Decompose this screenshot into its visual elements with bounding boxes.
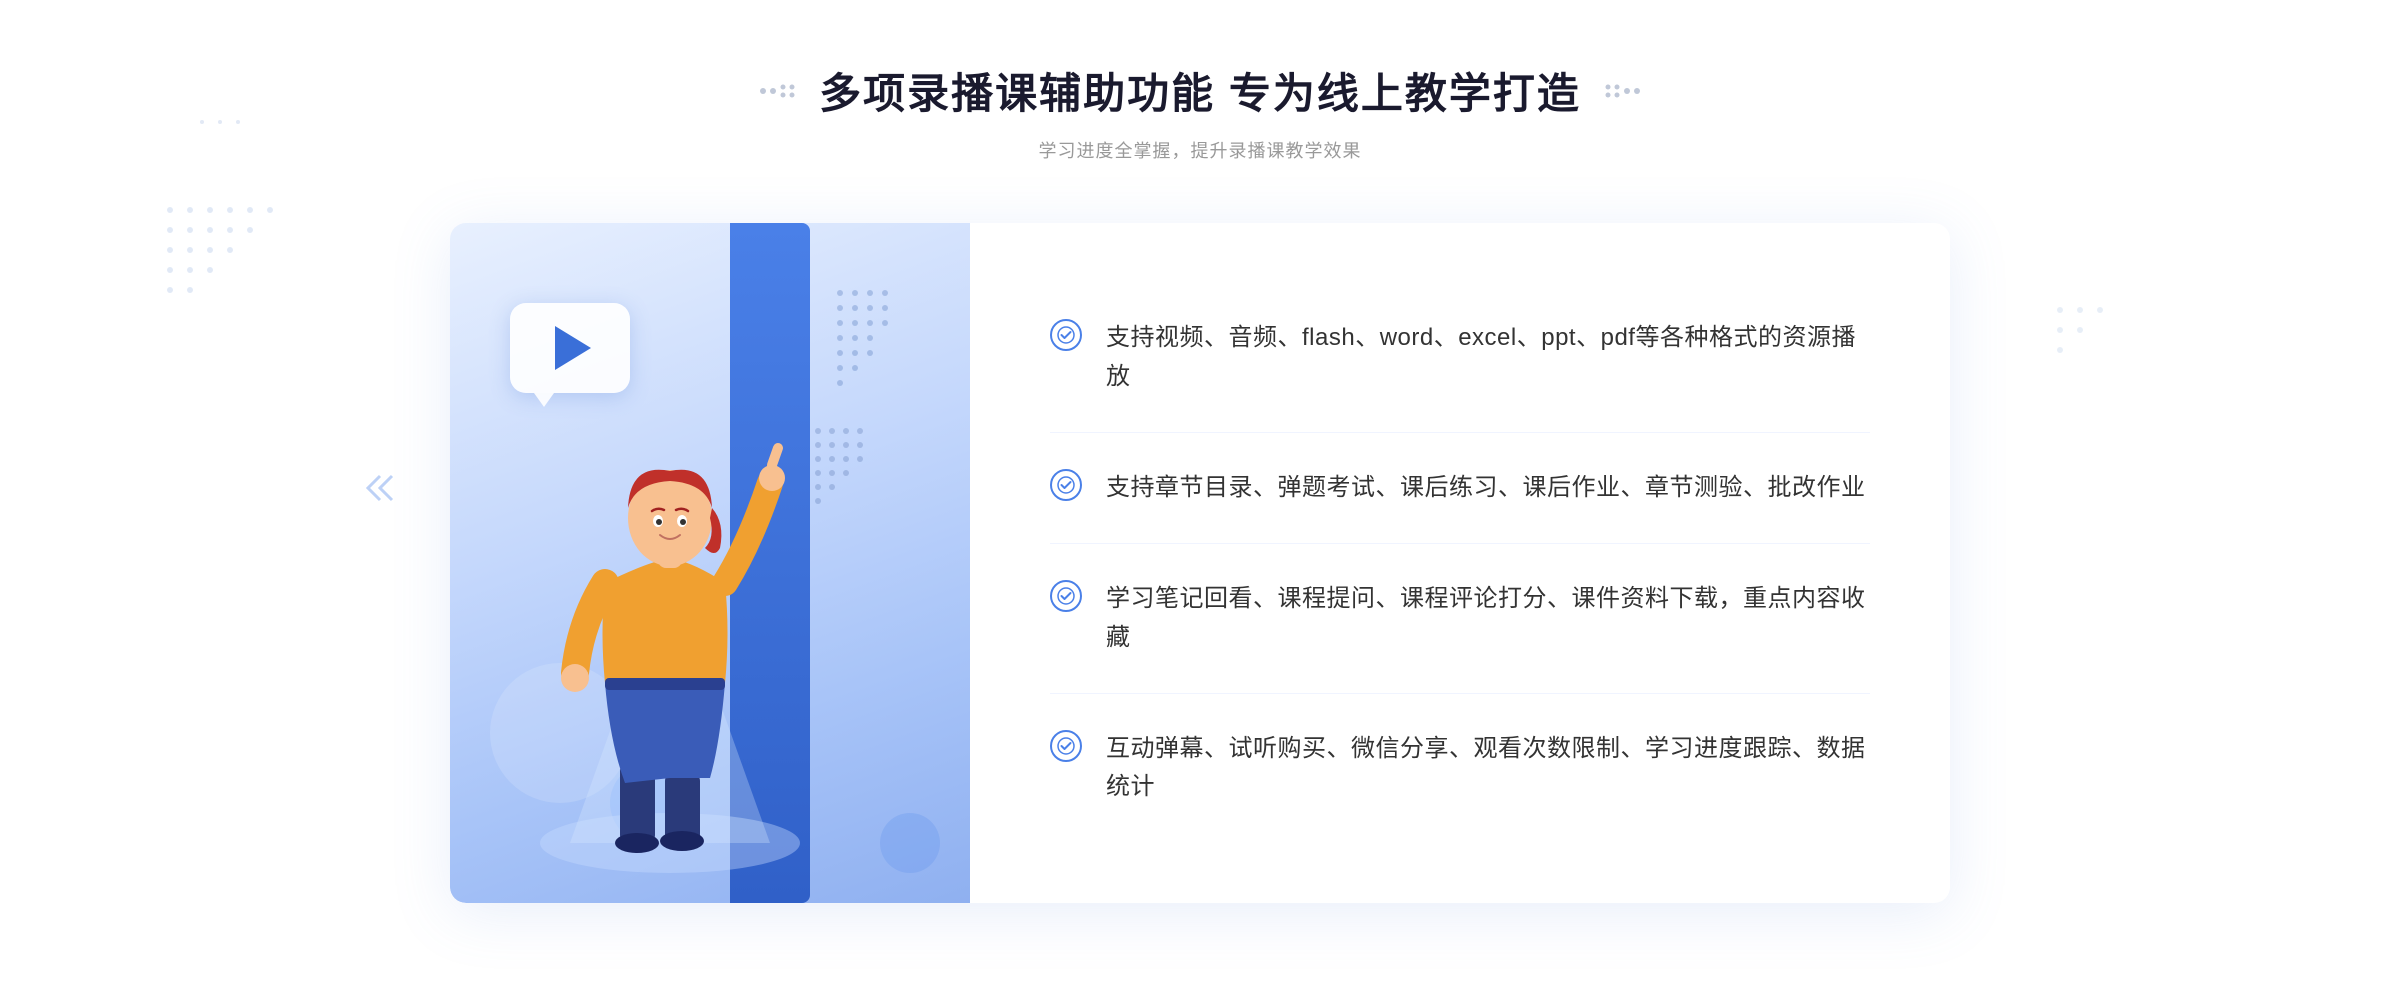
main-title: 多项录播课辅助功能 专为线上教学打造 xyxy=(819,60,1581,121)
left-chevron-decoration xyxy=(360,468,400,516)
page-wrapper: 多项录播课辅助功能 专为线上教学打造 学习进度全掌握，提升录播课教学效果 xyxy=(0,0,2400,983)
content-card: 支持视频、音频、flash、word、excel、ppt、pdf等各种格式的资源… xyxy=(450,223,1950,903)
check-icon-3 xyxy=(1050,580,1082,612)
header-section: 多项录播课辅助功能 专为线上教学打造 学习进度全掌握，提升录播课教学效果 xyxy=(759,60,1641,163)
title-row: 多项录播课辅助功能 专为线上教学打造 xyxy=(759,60,1641,121)
person-illustration xyxy=(510,363,830,903)
title-decoration-left xyxy=(759,83,799,99)
title-decoration-right xyxy=(1601,83,1641,99)
feature-text-3: 学习笔记回看、课程提问、课程评论打分、课件资料下载，重点内容收藏 xyxy=(1106,580,1870,657)
left-illustration xyxy=(450,223,970,903)
feature-text-1: 支持视频、音频、flash、word、excel、ppt、pdf等各种格式的资源… xyxy=(1106,319,1870,396)
feature-item-1: 支持视频、音频、flash、word、excel、ppt、pdf等各种格式的资源… xyxy=(1050,283,1870,433)
feature-item-3: 学习笔记回看、课程提问、课程评论打分、课件资料下载，重点内容收藏 xyxy=(1050,544,1870,694)
check-icon-2 xyxy=(1050,469,1082,501)
feature-item-4: 互动弹幕、试听购买、微信分享、观看次数限制、学习进度跟踪、数据统计 xyxy=(1050,694,1870,843)
circle-decoration-3 xyxy=(880,813,940,873)
subtitle: 学习进度全掌握，提升录播课教学效果 xyxy=(759,137,1641,163)
check-icon-1 xyxy=(1050,319,1082,351)
feature-text-2: 支持章节目录、弹题考试、课后练习、课后作业、章节测验、批改作业 xyxy=(1106,469,1866,507)
check-icon-4 xyxy=(1050,730,1082,762)
feature-text-4: 互动弹幕、试听购买、微信分享、观看次数限制、学习进度跟踪、数据统计 xyxy=(1106,730,1870,807)
feature-item-2: 支持章节目录、弹题考试、课后练习、课后作业、章节测验、批改作业 xyxy=(1050,433,1870,544)
features-list: 支持视频、音频、flash、word、excel、ppt、pdf等各种格式的资源… xyxy=(970,223,1950,903)
